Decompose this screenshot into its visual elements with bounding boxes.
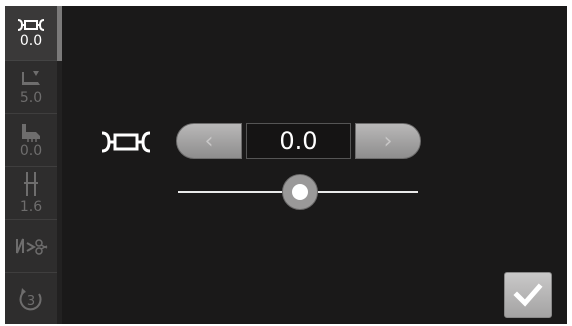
sidebar-scroll-track — [57, 61, 62, 324]
thread-cutter-icon — [16, 238, 48, 255]
foot-pressure-icon — [22, 123, 40, 142]
sidebar-item-value: 1.6 — [19, 198, 43, 215]
stitch-width-icon — [99, 130, 153, 158]
decrease-button[interactable]: ‹ — [176, 123, 242, 159]
sidebar-item-value: 0.0 — [19, 32, 43, 49]
sidebar-item-thread-cutter[interactable] — [5, 220, 57, 273]
checkmark-icon — [513, 283, 543, 307]
sidebar-item-stitch-width[interactable]: 0.0 — [5, 6, 57, 61]
chevron-left-icon: ‹ — [204, 128, 214, 154]
sidebar-active-indicator — [57, 6, 62, 61]
presser-foot-icon — [22, 70, 40, 85]
sidebar-item-foot-pressure[interactable]: 0.0 — [5, 114, 57, 167]
needle-position-icon — [24, 171, 38, 196]
chevron-right-icon: › — [383, 128, 393, 154]
stitch-width-icon — [17, 18, 45, 31]
reverse-count-icon: 3 — [19, 287, 42, 310]
confirm-button[interactable] — [504, 272, 552, 318]
sidebar-item-presser-foot[interactable]: 5.0 — [5, 61, 57, 114]
sidebar-item-reverse-count[interactable]: 3 — [5, 273, 57, 324]
reverse-count-number: 3 — [27, 294, 35, 309]
sidebar-item-value: 0.0 — [19, 142, 43, 159]
stitch-width-slider-knob[interactable] — [282, 174, 318, 210]
sidebar: 0.0 5.0 0.0 1.6 3 — [5, 6, 57, 324]
sidebar-item-needle-position[interactable]: 1.6 — [5, 167, 57, 220]
stitch-width-stepper: ‹ 0.0 › — [176, 123, 421, 159]
increase-button[interactable]: › — [355, 123, 421, 159]
screen: 0.0 5.0 0.0 1.6 3 ‹ 0.0 › — [5, 6, 567, 324]
sidebar-item-value: 5.0 — [19, 89, 43, 106]
stitch-width-value: 0.0 — [246, 123, 351, 159]
